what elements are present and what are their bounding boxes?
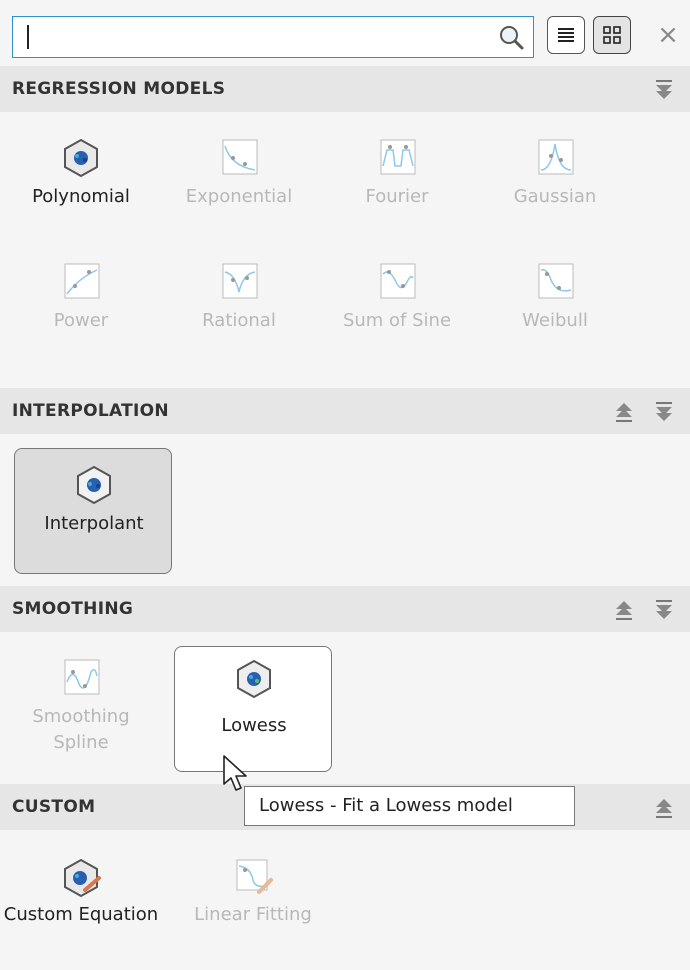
- collapse-up-icon[interactable]: [612, 397, 636, 425]
- list-view-icon: [558, 28, 574, 42]
- close-icon[interactable]: ×: [656, 20, 680, 50]
- tile-rational[interactable]: Rational: [160, 254, 318, 354]
- section-title: SMOOTHING: [12, 599, 134, 619]
- tile-polynomial[interactable]: Polynomial: [2, 130, 160, 230]
- interpolant-icon: [77, 465, 111, 505]
- text-caret: [27, 25, 29, 49]
- smoothing-spline-icon: [64, 659, 100, 695]
- tile-label: Rational: [202, 310, 276, 331]
- fourier-icon: [380, 139, 416, 175]
- tile-sum-of-sine[interactable]: Sum of Sine: [318, 254, 476, 354]
- search-input[interactable]: [12, 16, 534, 58]
- tile-label: Fourier: [365, 186, 429, 207]
- tile-interpolant[interactable]: Interpolant: [14, 448, 172, 574]
- search-icon[interactable]: [497, 24, 525, 52]
- grid-view-button[interactable]: [593, 16, 631, 54]
- section-title: INTERPOLATION: [12, 401, 169, 421]
- tile-weibull[interactable]: Weibull: [476, 254, 634, 354]
- gaussian-icon: [538, 139, 574, 175]
- collapse-up-icon[interactable]: [652, 793, 676, 821]
- section-header-smoothing[interactable]: SMOOTHING: [0, 586, 690, 632]
- tooltip: Lowess - Fit a Lowess model: [244, 786, 575, 826]
- tile-label: Weibull: [522, 310, 588, 331]
- toolbar: ×: [0, 0, 690, 70]
- linear-fitting-icon: [236, 859, 273, 894]
- tile-gaussian[interactable]: Gaussian: [476, 130, 634, 230]
- lowess-icon: [237, 659, 271, 699]
- section-title: REGRESSION MODELS: [12, 79, 226, 99]
- tile-power[interactable]: Power: [2, 254, 160, 354]
- section-header-regression[interactable]: REGRESSION MODELS: [0, 66, 690, 112]
- tile-label: Smoothing Spline: [32, 706, 130, 753]
- weibull-icon: [538, 263, 574, 299]
- polynomial-icon: [64, 138, 98, 178]
- mouse-cursor-icon: [223, 755, 247, 791]
- tile-label: Lowess: [221, 715, 287, 736]
- tile-exponential[interactable]: Exponential: [160, 130, 318, 230]
- tile-fourier[interactable]: Fourier: [318, 130, 476, 230]
- list-view-button[interactable]: [547, 16, 585, 54]
- tile-label: Interpolant: [44, 513, 144, 534]
- custom-equation-icon: [64, 858, 101, 898]
- rational-icon: [222, 263, 258, 299]
- collapse-down-icon[interactable]: [652, 397, 676, 425]
- power-icon: [64, 263, 100, 299]
- tile-label: Linear Fitting: [194, 904, 312, 925]
- tile-label: Sum of Sine: [342, 310, 452, 331]
- tile-linear-fitting[interactable]: Linear Fitting: [174, 850, 332, 968]
- grid-view-icon: [603, 26, 621, 44]
- exponential-icon: [222, 139, 258, 175]
- collapse-down-icon[interactable]: [652, 595, 676, 623]
- tile-lowess[interactable]: Lowess: [174, 646, 332, 772]
- section-title: CUSTOM: [12, 797, 96, 817]
- tile-custom-equation[interactable]: Custom Equation: [2, 850, 160, 968]
- section-header-interpolation[interactable]: INTERPOLATION: [0, 388, 690, 434]
- tile-label: Gaussian: [513, 186, 597, 207]
- tile-label: Custom Equation: [3, 904, 159, 925]
- collapse-down-icon[interactable]: [652, 75, 676, 103]
- sum-of-sine-icon: [380, 263, 416, 299]
- tile-label: Power: [53, 310, 109, 331]
- tile-smoothing-spline[interactable]: Smoothing Spline: [2, 646, 160, 772]
- tile-label: Exponential: [185, 186, 293, 207]
- tile-label: Polynomial: [32, 186, 130, 207]
- collapse-up-icon[interactable]: [612, 595, 636, 623]
